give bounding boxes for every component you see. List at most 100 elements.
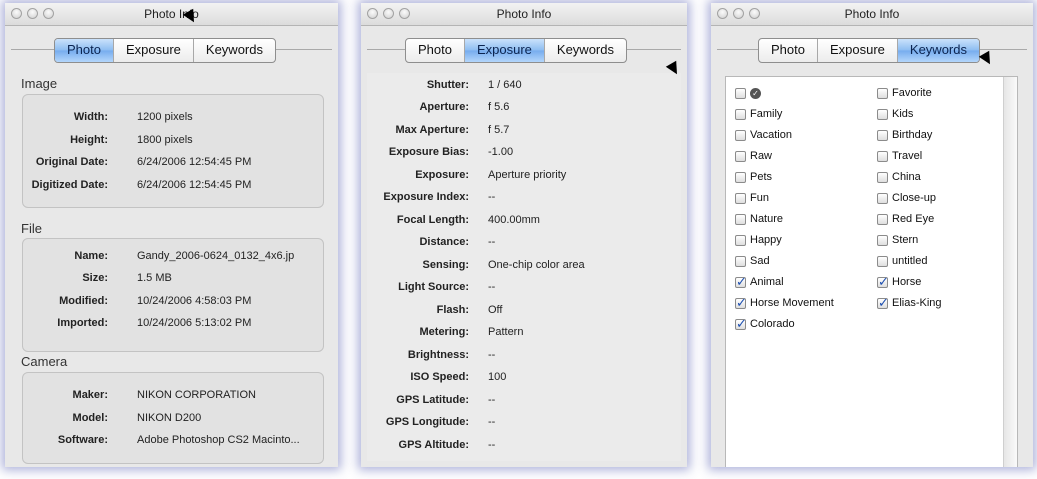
keyword-item[interactable]: Family xyxy=(735,106,782,122)
keyword-checkbox[interactable] xyxy=(735,171,746,183)
tab-keywords[interactable]: Keywords xyxy=(192,39,275,62)
keyword-item[interactable]: Pets xyxy=(735,169,772,185)
keyword-item[interactable]: Vacation xyxy=(735,127,792,143)
keyword-checkbox[interactable] xyxy=(735,108,746,120)
info-row: GPS Longitude: -- xyxy=(367,416,681,431)
keyword-checkbox[interactable] xyxy=(877,171,888,183)
info-label: Shutter: xyxy=(426,79,469,91)
keyword-checkbox[interactable] xyxy=(877,213,888,225)
keyword-item[interactable]: Favorite xyxy=(877,85,932,101)
tab-exposure[interactable]: Exposure xyxy=(112,39,193,62)
info-row: Name: Gandy_2006-0624_0132_4x6.jp xyxy=(23,250,323,265)
keyword-label: Birthday xyxy=(892,129,933,141)
keyword-checkbox[interactable] xyxy=(877,192,888,204)
info-row: Imported: 10/24/2006 5:13:02 PM xyxy=(23,317,323,332)
exposure-tab-content: Shutter: 1 / 640 Aperture: f 5.6 Max Apert… xyxy=(367,73,681,461)
info-label: Imported: xyxy=(57,317,108,329)
tab-exposure[interactable]: Exposure xyxy=(816,39,897,62)
keyword-checkbox[interactable] xyxy=(877,295,889,311)
keyword-checkbox[interactable] xyxy=(877,274,889,290)
keyword-checkbox[interactable] xyxy=(735,150,746,162)
info-label: Distance: xyxy=(419,236,469,248)
info-label: Model: xyxy=(72,412,108,424)
info-label: GPS Longitude: xyxy=(385,416,469,428)
segmented-tabs: Photo Exposure Keywords xyxy=(758,38,980,63)
info-value: f 5.6 xyxy=(488,101,510,113)
tab-photo[interactable]: Photo xyxy=(55,39,113,62)
photo-info-window-exposure: Photo Info Photo Exposure Keywords Shutt… xyxy=(361,3,687,467)
tab-exposure[interactable]: Exposure xyxy=(463,39,544,62)
info-label: Software: xyxy=(57,434,108,446)
info-label: Size: xyxy=(82,272,108,284)
tab-photo[interactable]: Photo xyxy=(759,39,817,62)
info-value: 6/24/2006 12:54:45 PM xyxy=(137,156,252,168)
keyword-item[interactable]: Nature xyxy=(735,211,783,227)
keyword-item[interactable]: Birthday xyxy=(877,127,932,143)
info-label: Maker: xyxy=(72,389,108,401)
keyword-item[interactable]: ✓ xyxy=(735,85,761,101)
keyword-item[interactable]: China xyxy=(877,169,921,185)
keyword-item[interactable]: Red Eye xyxy=(877,211,934,227)
keyword-checkbox[interactable] xyxy=(735,87,746,99)
keyword-checkbox[interactable] xyxy=(735,274,747,290)
keyword-checkbox[interactable] xyxy=(877,234,888,246)
info-value: NIKON D200 xyxy=(137,412,202,424)
tab-keywords[interactable]: Keywords xyxy=(896,39,979,62)
keyword-checkbox[interactable] xyxy=(877,108,888,120)
keyword-checkbox[interactable] xyxy=(877,129,888,141)
keyword-item[interactable]: Travel xyxy=(877,148,922,164)
info-value: 10/24/2006 4:58:03 PM xyxy=(137,295,252,307)
keyword-checkbox[interactable] xyxy=(877,87,888,99)
info-label: ISO Speed: xyxy=(410,371,469,383)
info-value: 100 xyxy=(488,371,507,383)
group-title-image: Image xyxy=(21,76,58,91)
keyword-checkbox[interactable] xyxy=(735,295,747,311)
keyword-item[interactable]: Animal xyxy=(735,274,784,290)
title-bar[interactable]: Photo Info xyxy=(711,3,1033,26)
title-bar[interactable]: Photo Info xyxy=(361,3,687,26)
keyword-item[interactable]: Colorado xyxy=(735,316,795,332)
keyword-item[interactable]: Stern xyxy=(877,232,918,248)
keyword-item[interactable]: Kids xyxy=(877,106,913,122)
keyword-item[interactable]: Elias-King xyxy=(877,295,942,311)
keyword-item[interactable]: Happy xyxy=(735,232,782,248)
segmented-tabs: Photo Exposure Keywords xyxy=(54,38,276,63)
keyword-checkbox[interactable] xyxy=(735,234,746,246)
group-title-file: File xyxy=(21,221,42,236)
keyword-checkbox[interactable] xyxy=(735,255,746,267)
keyword-checkbox[interactable] xyxy=(877,255,888,267)
info-row: Max Aperture: f 5.7 xyxy=(367,124,681,139)
info-row: Light Source: -- xyxy=(367,281,681,296)
window-title: Photo Info xyxy=(496,7,552,21)
scrollbar[interactable] xyxy=(1003,77,1017,467)
keyword-checkbox[interactable] xyxy=(735,213,746,225)
keyword-checkbox[interactable] xyxy=(735,129,746,141)
info-value: -- xyxy=(488,281,496,293)
keyword-item[interactable]: untitled xyxy=(877,253,927,269)
keyword-checkbox[interactable] xyxy=(877,150,888,162)
info-value: -- xyxy=(488,416,496,428)
tab-photo[interactable]: Photo xyxy=(406,39,464,62)
keyword-item[interactable]: Sad xyxy=(735,253,770,269)
keyword-item[interactable]: Close-up xyxy=(877,190,936,206)
keyword-item[interactable]: Raw xyxy=(735,148,772,164)
info-label: Aperture: xyxy=(419,101,469,113)
info-row: Brightness: -- xyxy=(367,349,681,364)
keyword-checkbox[interactable] xyxy=(735,192,746,204)
info-label: Light Source: xyxy=(398,281,469,293)
tab-keywords[interactable]: Keywords xyxy=(543,39,626,62)
keyword-item[interactable]: Horse Movement xyxy=(735,295,834,311)
keyword-item[interactable]: Fun xyxy=(735,190,769,206)
window-title: Photo Info xyxy=(844,7,900,21)
segmented-tabs: Photo Exposure Keywords xyxy=(405,38,627,63)
info-row: Focal Length: 400.00mm xyxy=(367,214,681,229)
info-value: 1 / 640 xyxy=(488,79,522,91)
title-bar[interactable]: Photo Info xyxy=(5,3,338,26)
keyword-checkbox[interactable] xyxy=(735,316,747,332)
info-label: Exposure: xyxy=(415,169,469,181)
photo-info-window-keywords: Photo Info Photo Exposure Keywords ✓ Fam… xyxy=(711,3,1033,467)
info-row: Metering: Pattern xyxy=(367,326,681,341)
keyword-item[interactable]: Horse xyxy=(877,274,921,290)
info-row: Flash: Off xyxy=(367,304,681,319)
info-label: Digitized Date: xyxy=(31,179,108,191)
